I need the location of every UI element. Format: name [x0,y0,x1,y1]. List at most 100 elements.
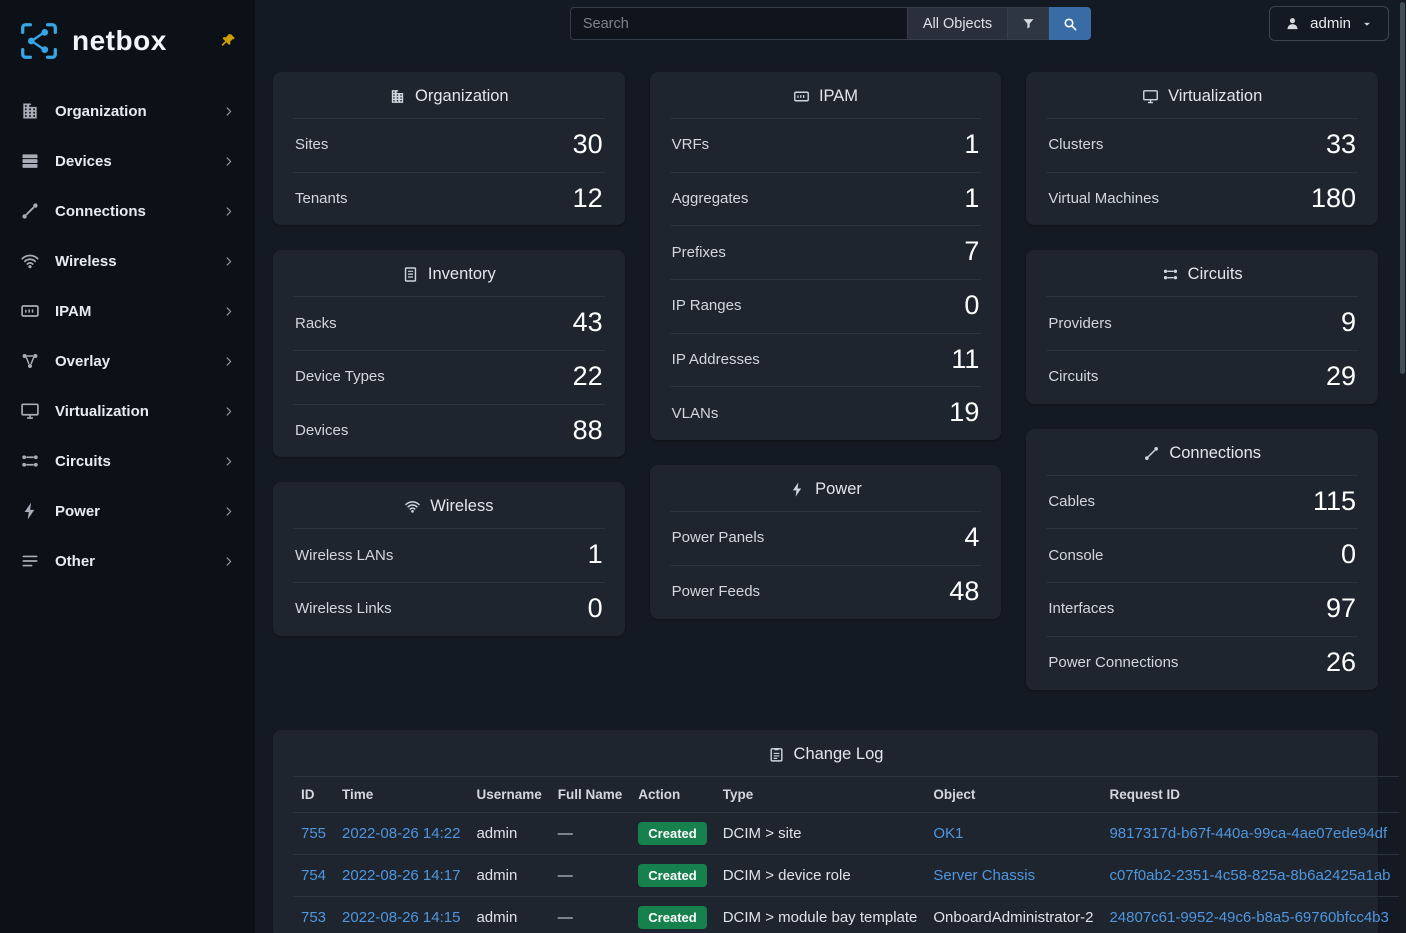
changelog-header-row: IDTimeUsernameFull NameActionTypeObjectR… [293,776,1399,812]
stat-label: Circuits [1048,368,1098,385]
stat-row-vlans[interactable]: VLANs19 [670,386,982,440]
changelog-time-link[interactable]: 2022-08-26 14:15 [342,909,460,926]
stat-value: 33 [1326,130,1356,160]
action-badge: Created [638,822,706,845]
changelog-body: 7552022-08-26 14:22admin—CreatedDCIM > s… [293,812,1399,933]
brand[interactable]: netbox [0,0,255,78]
sidebar-item-connections[interactable]: Connections [0,186,255,236]
bolt-icon [789,481,806,498]
sidebar-item-wireless[interactable]: Wireless [0,236,255,286]
stat-value: 4 [964,523,979,553]
sidebar-item-label: Devices [55,153,207,170]
card-organization: OrganizationSites30Tenants12 [273,72,625,225]
filter-button[interactable] [1008,7,1049,40]
counter-icon [793,88,810,105]
card-inventory: InventoryRacks43Device Types22Devices88 [273,250,625,457]
sidebar-item-circuits[interactable]: Circuits [0,436,255,486]
pin-icon[interactable] [219,32,237,50]
object-type-selector[interactable]: All Objects [908,7,1008,40]
changelog-time-link[interactable]: 2022-08-26 14:22 [342,825,460,842]
stat-label: Device Types [295,368,385,385]
stat-row-ip-ranges[interactable]: IP Ranges0 [670,279,982,333]
transit-icon [1162,266,1179,283]
stat-row-ip-addresses[interactable]: IP Addresses11 [670,333,982,387]
changelog-id-link-cell: 755 [293,812,334,854]
stat-row-vrfs[interactable]: VRFs1 [670,118,982,172]
chevron-right-icon [222,305,235,318]
changelog-id-link-cell: 754 [293,854,334,896]
user-menu-button[interactable]: admin [1269,6,1389,41]
stat-label: VRFs [672,136,710,153]
changelog-request-id-link[interactable]: 24807c61-9952-49c6-b8a5-69760bfcc4b3 [1109,909,1388,926]
stat-row-wireless-lans[interactable]: Wireless LANs1 [293,528,605,582]
stat-row-providers[interactable]: Providers9 [1046,296,1358,350]
stat-label: IP Addresses [672,351,760,368]
column-header-full-name: Full Name [550,776,631,812]
sidebar-item-devices[interactable]: Devices [0,136,255,186]
search-button[interactable] [1049,7,1091,40]
list-icon [20,551,40,571]
sidebar-item-overlay[interactable]: Overlay [0,336,255,386]
sidebar-item-power[interactable]: Power [0,486,255,536]
changelog-request-id-link-cell: 9817317d-b67f-440a-99ca-4ae07ede94df [1101,812,1398,854]
scrollbar-thumb[interactable] [1400,2,1405,374]
stat-row-sites[interactable]: Sites30 [293,118,605,172]
changelog-id-link[interactable]: 754 [301,867,326,884]
stat-value: 30 [573,130,603,160]
inventory-icon [402,266,419,283]
scrollbar[interactable] [1399,0,1406,933]
stat-row-racks[interactable]: Racks43 [293,296,605,350]
changelog-id-link[interactable]: 755 [301,825,326,842]
stat-row-interfaces[interactable]: Interfaces97 [1046,582,1358,636]
sidebar-item-organization[interactable]: Organization [0,86,255,136]
stat-row-power-feeds[interactable]: Power Feeds48 [670,565,982,619]
stat-row-console[interactable]: Console0 [1046,528,1358,582]
brand-name: netbox [72,25,167,57]
changelog-table: IDTimeUsernameFull NameActionTypeObjectR… [293,776,1399,933]
changelog-full-name-cell: — [550,812,631,854]
changelog-request-id-link[interactable]: c07f0ab2-2351-4c58-825a-8b6a2425a1ab [1109,867,1390,884]
card-title: Wireless [430,497,493,516]
stat-row-aggregates[interactable]: Aggregates1 [670,172,982,226]
netbox-logo-icon [16,18,62,64]
action-badge: Created [638,864,706,887]
changelog-request-id-link[interactable]: 9817317d-b67f-440a-99ca-4ae07ede94df [1109,825,1387,842]
sidebar-item-label: Wireless [55,253,207,270]
stat-row-virtual-machines[interactable]: Virtual Machines180 [1046,172,1358,226]
stat-row-wireless-links[interactable]: Wireless Links0 [293,582,605,636]
stat-row-clusters[interactable]: Clusters33 [1046,118,1358,172]
card-column-1: OrganizationSites30Tenants12InventoryRac… [273,72,625,690]
changelog-object-link-cell: OK1 [925,812,1101,854]
changelog-time-link[interactable]: 2022-08-26 14:17 [342,867,460,884]
stat-label: Aggregates [672,190,749,207]
username-label: admin [1310,15,1351,32]
stat-row-power-connections[interactable]: Power Connections26 [1046,636,1358,690]
magnify-icon [1062,16,1078,32]
changelog-object-link[interactable]: OK1 [933,825,963,842]
sidebar-nav: Organization Devices Connections Wireless IP… [0,78,255,586]
card-header: Inventory [293,250,605,296]
stat-row-circuits[interactable]: Circuits29 [1046,350,1358,404]
column-header-request-id: Request ID [1101,776,1398,812]
card-virtualization: VirtualizationClusters33Virtual Machines… [1026,72,1378,225]
chevron-right-icon [222,255,235,268]
stat-row-prefixes[interactable]: Prefixes7 [670,225,982,279]
stat-label: Prefixes [672,244,726,261]
stat-row-devices[interactable]: Devices88 [293,404,605,458]
building-icon [20,101,40,121]
cable-icon [1143,445,1160,462]
sidebar-item-virtualization[interactable]: Virtualization [0,386,255,436]
stat-row-power-panels[interactable]: Power Panels4 [670,511,982,565]
changelog-object-link[interactable]: Server Chassis [933,867,1035,884]
changelog-id-link[interactable]: 753 [301,909,326,926]
sidebar-item-ipam[interactable]: IPAM [0,286,255,336]
card-column-3: VirtualizationClusters33Virtual Machines… [1026,72,1378,690]
search-input[interactable] [570,7,908,40]
stat-row-device-types[interactable]: Device Types22 [293,350,605,404]
stat-row-cables[interactable]: Cables115 [1046,475,1358,529]
stat-value: 26 [1326,648,1356,678]
filter-icon [1021,16,1036,31]
changelog-full-name-cell: — [550,854,631,896]
stat-row-tenants[interactable]: Tenants12 [293,172,605,226]
sidebar-item-other[interactable]: Other [0,536,255,586]
